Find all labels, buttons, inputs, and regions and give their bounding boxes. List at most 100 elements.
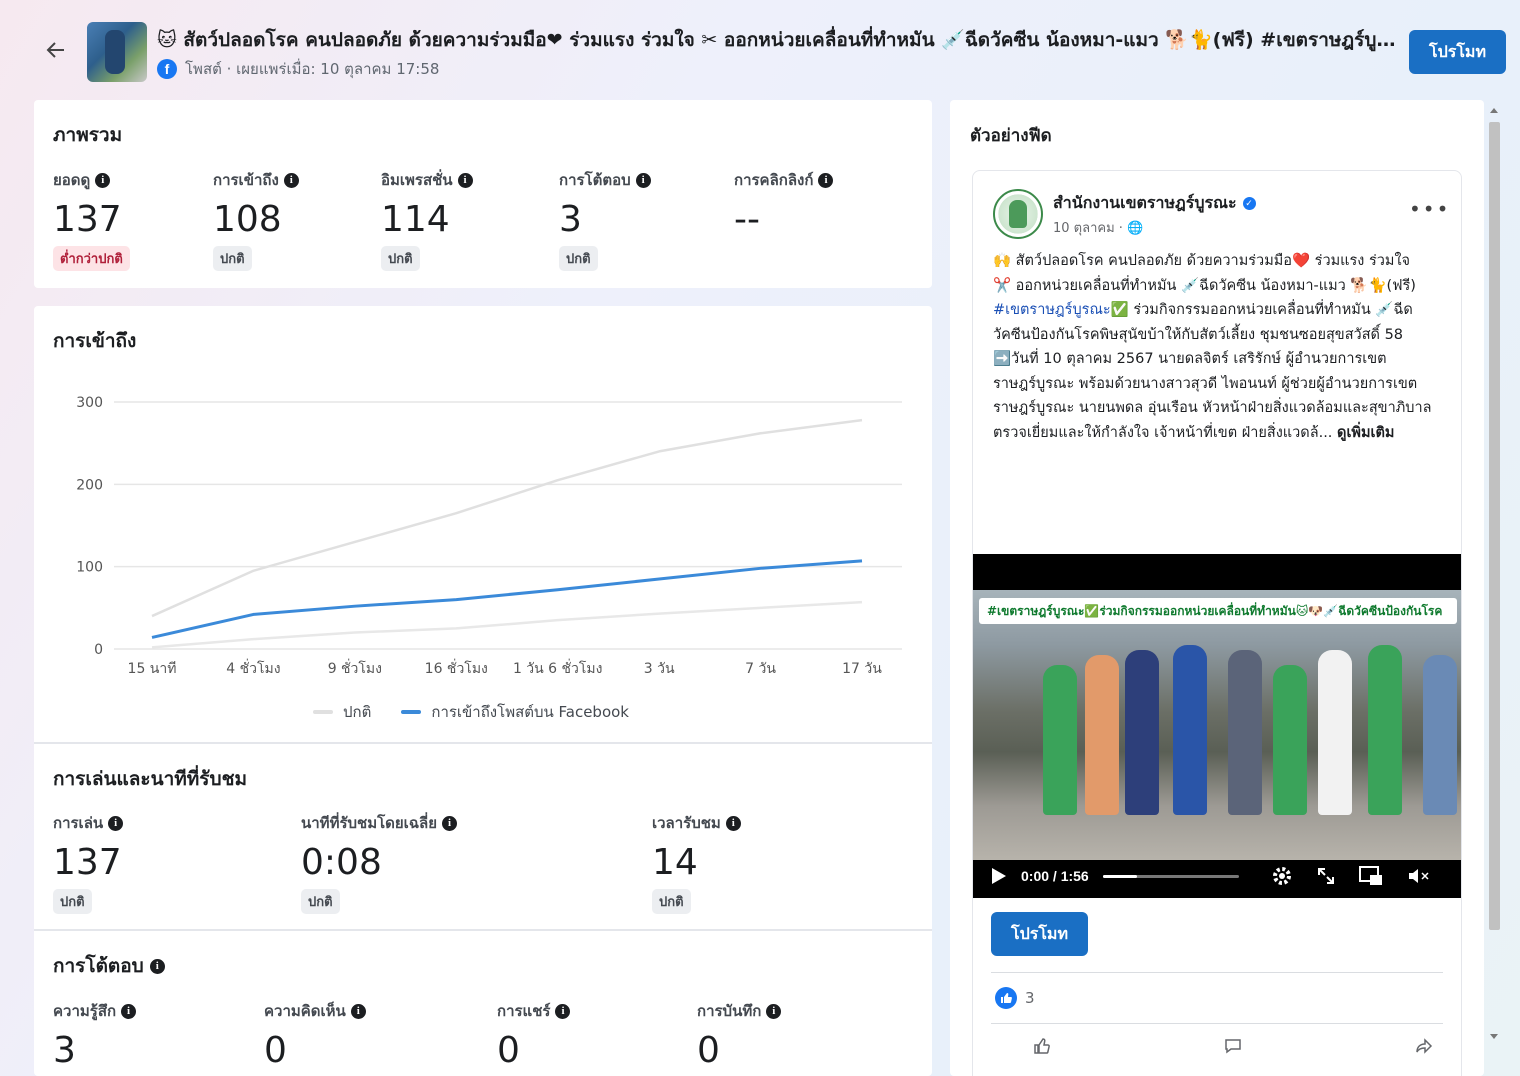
reach-line-chart: 0 100 200 300 15 นาที 4 ชั่วโมง 9 ชั่วโมง 16 ชั… xyxy=(76,395,902,677)
share-action-icon[interactable] xyxy=(1415,1037,1433,1059)
feed-scrollbar[interactable] xyxy=(1486,100,1504,1046)
metric-views: ยอดดู i 137 ต่ำกว่าปกติ xyxy=(53,168,130,271)
metric-label: เวลารับชม xyxy=(652,814,721,832)
promote-button[interactable]: โปรโมท xyxy=(1409,30,1506,74)
info-icon[interactable]: i xyxy=(108,815,124,831)
metric-label: การเล่น xyxy=(53,814,104,832)
scroll-down-arrow-icon[interactable] xyxy=(1490,1034,1498,1039)
x-tick-label: 7 วัน xyxy=(745,661,776,677)
fullscreen-icon[interactable] xyxy=(1317,867,1335,885)
status-badge: ปกติ xyxy=(381,246,420,271)
person-figure xyxy=(1318,650,1352,815)
metric-value: -- xyxy=(734,199,760,240)
info-icon[interactable]: i xyxy=(121,1003,137,1019)
info-icon[interactable]: i xyxy=(95,172,111,188)
metric-value: 14 xyxy=(652,842,698,883)
metric-value: 137 xyxy=(53,842,122,883)
metric-label: ความคิดเห็น xyxy=(264,1002,346,1020)
info-icon[interactable]: i xyxy=(442,815,458,831)
metric-label: ยอดดู xyxy=(53,171,91,189)
info-icon[interactable]: i xyxy=(149,958,165,974)
hashtag-link[interactable]: #เขตราษฎร์บูรณะ xyxy=(993,302,1111,318)
page-name[interactable]: สำนักงานเขตราษฎร์บูรณะ ✓ xyxy=(1053,191,1256,216)
status-badge: ปกติ xyxy=(213,246,252,271)
facebook-icon: f xyxy=(157,59,177,79)
post-date: 10 ตุลาคม · 🌐 xyxy=(1053,217,1143,238)
status-badge: ต่ำกว่าปกติ xyxy=(53,246,130,271)
video-time: 0:00 / 1:56 xyxy=(1021,868,1089,884)
feed-promote-button[interactable]: โปรโมท xyxy=(991,912,1088,956)
person-figure xyxy=(1368,645,1402,815)
chart-legend: ปกติ การเข้าถึงโพสต์บน Facebook xyxy=(313,700,629,724)
settings-gear-icon[interactable] xyxy=(1271,865,1293,887)
like-reaction-icon xyxy=(995,987,1017,1009)
status-badge: ปกติ xyxy=(301,889,340,914)
info-icon[interactable]: i xyxy=(350,1003,366,1019)
metric-value: 0:08 xyxy=(301,842,382,883)
series-line-normal[interactable] xyxy=(151,600,863,649)
video-caption-banner: #เขตราษฎร์บูรณะ✅ร่วมกิจกรรมออกหน่วยเคลื่… xyxy=(979,598,1457,624)
reach-title: การเข้าถึง xyxy=(53,330,137,352)
overview-card: ภาพรวม ยอดดู i 137 ต่ำกว่าปกติ การเข้าถึง… xyxy=(34,100,932,288)
picture-in-picture-icon[interactable] xyxy=(1358,866,1383,886)
info-icon[interactable]: i xyxy=(725,815,741,831)
x-tick-label: 9 ชั่วโมง xyxy=(328,659,382,677)
metric-label: นาทีที่รับชมโดยเฉลี่ย xyxy=(301,814,438,832)
verified-badge-icon: ✓ xyxy=(1242,197,1256,210)
info-icon[interactable]: i xyxy=(555,1003,571,1019)
mute-icon[interactable] xyxy=(1407,867,1431,885)
info-icon[interactable]: i xyxy=(818,172,834,188)
legend-item-normal[interactable]: ปกติ xyxy=(313,700,371,724)
reaction-summary[interactable]: 3 xyxy=(995,987,1035,1009)
page-name-text: สำนักงานเขตราษฎร์บูรณะ xyxy=(1053,193,1237,212)
page-logo[interactable] xyxy=(993,189,1043,239)
video-progress-bar[interactable] xyxy=(1102,874,1239,878)
info-icon[interactable]: i xyxy=(283,172,299,188)
metric-avg-watch: นาทีที่รับชมโดยเฉลี่ย i 0:08 ปกติ xyxy=(301,811,458,914)
metric-label: การคลิกลิงก์ xyxy=(734,171,814,189)
video-player[interactable]: #เขตราษฎร์บูรณะ✅ร่วมกิจกรรมออกหน่วยเคลื่… xyxy=(973,554,1461,898)
metric-saves: การบันทึก i 0 xyxy=(697,999,782,1073)
legend-item-post-reach[interactable]: การเข้าถึงโพสต์บน Facebook xyxy=(401,700,629,724)
like-action-icon[interactable] xyxy=(1033,1037,1051,1059)
info-icon[interactable]: i xyxy=(766,1003,782,1019)
person-figure xyxy=(1043,665,1077,815)
metric-plays: การเล่น i 137 ปกติ xyxy=(53,811,124,914)
metric-value: 3 xyxy=(53,1030,76,1071)
post-text-line: ✂️ ออกหน่วยเคลื่อนที่ทำหมัน 💉ฉีดวัคซีน น… xyxy=(993,277,1416,294)
post-meta-text: โพสต์ · เผยแพร่เมื่อ: 10 ตุลาคม 17:58 xyxy=(185,60,440,78)
play-icon[interactable] xyxy=(991,867,1007,885)
post-title: 🐱 สัตว์ปลอดโรค คนปลอดภัย ด้วยความร่วมมือ… xyxy=(157,29,1397,51)
y-tick-label: 200 xyxy=(76,477,103,493)
see-more-link[interactable]: ดูเพิ่มเติม xyxy=(1337,425,1394,441)
info-icon[interactable]: i xyxy=(635,172,651,188)
legend-swatch xyxy=(401,710,422,714)
playback-title: การเล่นและนาทีที่รับชม xyxy=(53,768,247,790)
video-frame xyxy=(973,590,1461,860)
scrollbar-thumb[interactable] xyxy=(1489,122,1500,930)
post-text-line: #เขตราษฎร์บูรณะ✅ ร่วมกิจกรรมออกหน่วยเคลื… xyxy=(993,298,1443,347)
metric-label: การโต้ตอบ xyxy=(559,171,631,189)
metric-value: 108 xyxy=(213,199,282,240)
section-divider xyxy=(34,742,932,744)
post-thumbnail xyxy=(87,22,147,82)
post-date-text: 10 ตุลาคม · xyxy=(1053,221,1123,236)
series-line-post-reach[interactable] xyxy=(151,559,863,639)
feed-divider xyxy=(991,1023,1443,1024)
video-progress-fill xyxy=(1102,874,1137,878)
x-tick-label: 15 นาที xyxy=(128,661,177,677)
comment-action-icon[interactable] xyxy=(1224,1037,1242,1059)
metric-link-clicks: การคลิกลิงก์ i -- xyxy=(734,168,834,242)
info-icon[interactable]: i xyxy=(457,172,473,188)
status-badge: ปกติ xyxy=(53,889,92,914)
person-figure xyxy=(1085,655,1119,815)
status-badge: ปกติ xyxy=(652,889,691,914)
scroll-up-arrow-icon[interactable] xyxy=(1490,108,1498,113)
metric-label: การแชร์ xyxy=(497,1002,551,1020)
feed-divider xyxy=(991,972,1443,973)
metric-value: 3 xyxy=(559,199,582,240)
more-options-icon[interactable]: ••• xyxy=(1409,197,1450,221)
back-arrow-icon[interactable] xyxy=(44,38,68,62)
series-line-normal[interactable] xyxy=(151,418,863,618)
metric-reactions: ความรู้สึก i 3 xyxy=(53,999,137,1073)
